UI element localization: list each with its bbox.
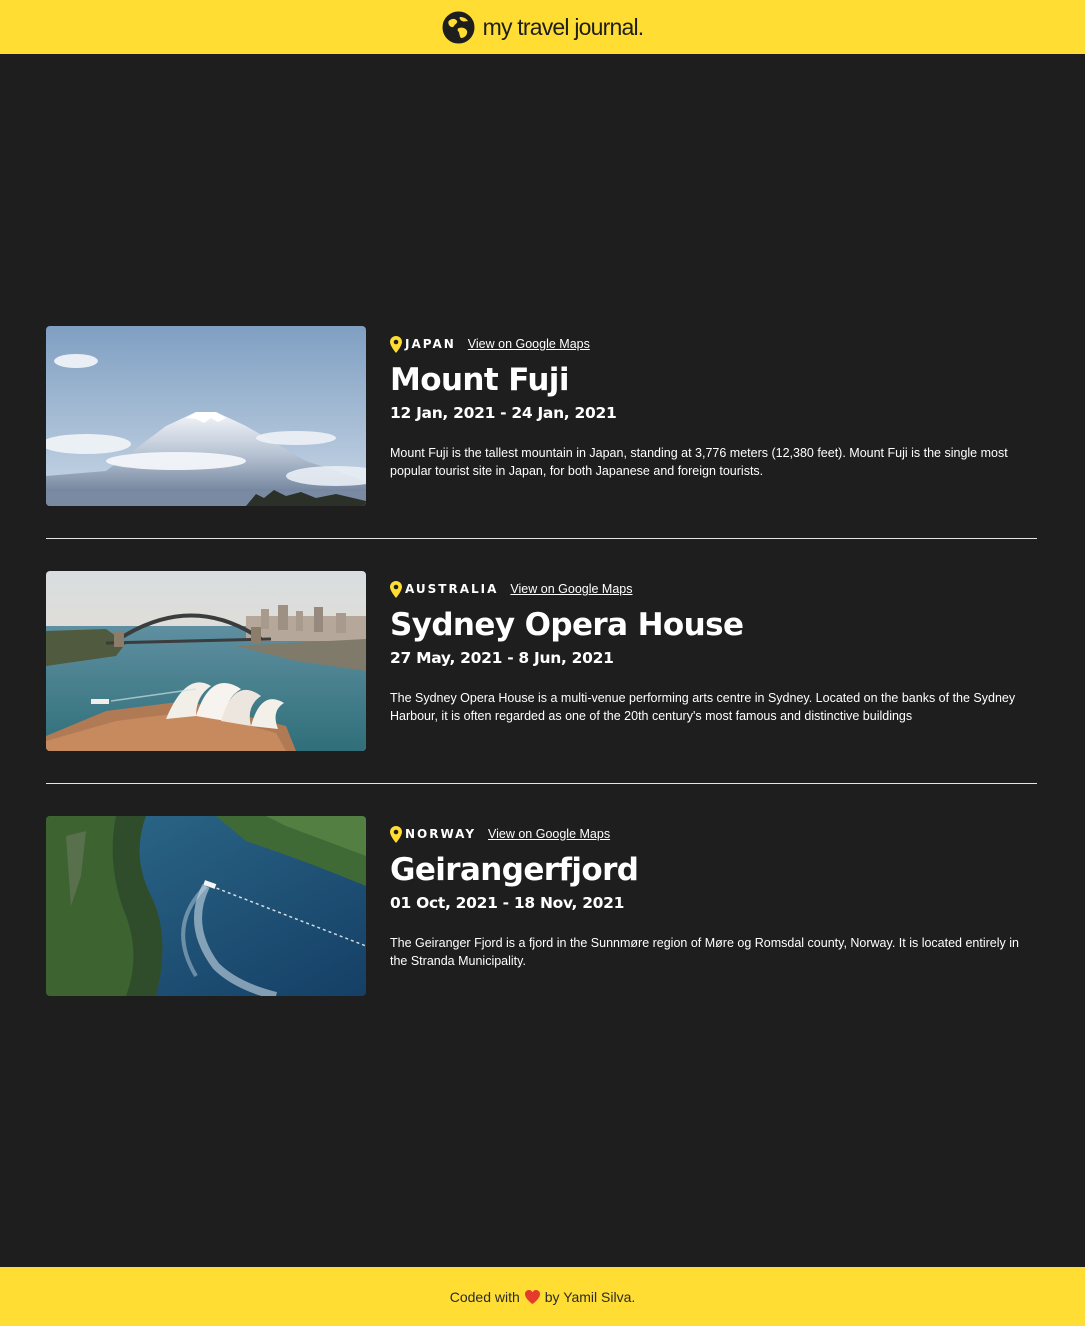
geirangerfjord-photo <box>46 816 366 996</box>
footer-prefix: Coded with <box>449 1288 520 1305</box>
entry-title: Mount Fuji <box>390 362 569 398</box>
header: my travel journal. <box>0 0 1085 54</box>
entry-divider <box>46 783 1037 784</box>
entry-title: Sydney Opera House <box>390 607 744 643</box>
google-maps-link[interactable]: View on Google Maps <box>510 582 632 596</box>
entry-meta: NORWAY View on Google Maps <box>390 824 1037 844</box>
google-maps-link[interactable]: View on Google Maps <box>468 337 590 351</box>
brand[interactable]: my travel journal. <box>442 11 644 44</box>
entry-image-sydney-opera-house <box>46 571 366 751</box>
entry-info: NORWAY View on Google Maps Geirangerfjor… <box>390 816 1037 996</box>
entry-country: AUSTRALIA <box>405 582 499 596</box>
entry-dates: 12 Jan, 2021 - 24 Jan, 2021 <box>390 404 617 422</box>
entry-country: JAPAN <box>405 337 456 351</box>
brand-title: my travel journal. <box>482 13 645 40</box>
entry-dates: 01 Oct, 2021 - 18 Nov, 2021 <box>390 894 625 912</box>
mount-fuji-photo <box>46 326 366 506</box>
location-pin-icon <box>390 580 402 598</box>
entry-description: The Sydney Opera House is a multi-venue … <box>390 691 1016 723</box>
page: my travel journal. JAPAN View on Google … <box>0 0 1085 1326</box>
heart-icon <box>524 1289 540 1304</box>
entry-dates: 27 May, 2021 - 8 Jun, 2021 <box>390 649 614 667</box>
footer: Coded with by Yamil Silva. <box>0 1267 1085 1326</box>
entry-title: Geirangerfjord <box>390 852 639 888</box>
entry-meta: JAPAN View on Google Maps <box>390 334 1037 354</box>
location-pin-icon <box>390 825 402 843</box>
journal-entries: JAPAN View on Google Maps Mount Fuji 12 … <box>46 326 1037 996</box>
journal-entry: AUSTRALIA View on Google Maps Sydney Ope… <box>46 571 1037 751</box>
entry-info: AUSTRALIA View on Google Maps Sydney Ope… <box>390 571 1037 751</box>
entry-image-geirangerfjord <box>46 816 366 996</box>
entry-country: NORWAY <box>405 827 477 841</box>
journal-entry: JAPAN View on Google Maps Mount Fuji 12 … <box>46 326 1037 506</box>
globe-icon <box>442 11 475 43</box>
google-maps-link[interactable]: View on Google Maps <box>488 827 610 841</box>
sydney-opera-house-photo <box>46 571 366 751</box>
entry-description: The Geiranger Fjord is a fjord in the Su… <box>390 936 1019 968</box>
entry-meta: AUSTRALIA View on Google Maps <box>390 579 1037 599</box>
entry-image-mount-fuji <box>46 326 366 506</box>
entry-info: JAPAN View on Google Maps Mount Fuji 12 … <box>390 326 1037 506</box>
journal-entry: NORWAY View on Google Maps Geirangerfjor… <box>46 816 1037 996</box>
footer-suffix: by Yamil Silva. <box>544 1288 636 1305</box>
entry-divider <box>46 538 1037 539</box>
location-pin-icon <box>390 335 402 353</box>
entry-description: Mount Fuji is the tallest mountain in Ja… <box>390 446 1008 478</box>
